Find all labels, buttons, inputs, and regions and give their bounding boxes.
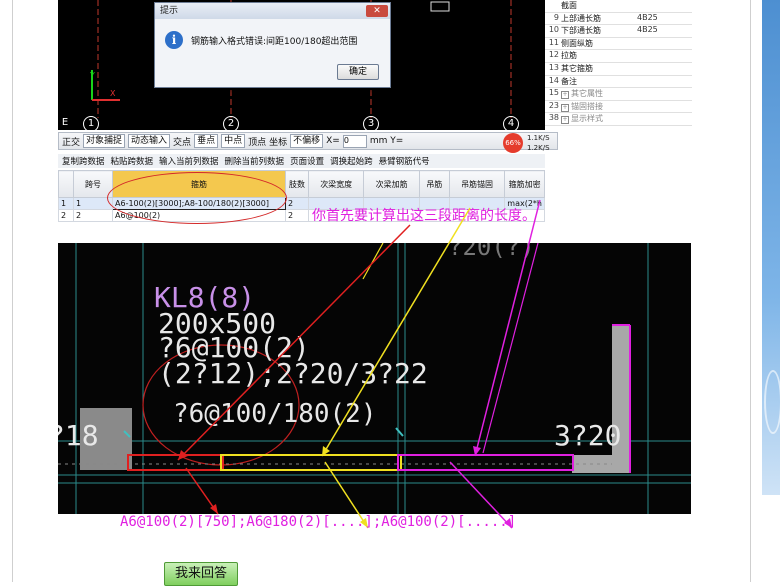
property-row[interactable]: 15 + 其它属性 — [545, 88, 692, 101]
content-frame-left — [12, 0, 13, 582]
error-dialog: 提示 ✕ i 钢筋输入格式错误:间距100/180超出范围 确定 — [154, 2, 391, 88]
dynamic-input-toggle[interactable]: 动态输入 — [128, 134, 171, 148]
info-icon: i — [165, 31, 183, 49]
delete-column-data-button[interactable]: 删除当前列数据 — [225, 155, 285, 167]
table-header — [58, 170, 74, 198]
grid-number-3: 3 — [363, 116, 379, 130]
upload-speed: 1.1K/S — [527, 134, 550, 142]
speed-percent: 66% — [503, 133, 523, 153]
property-panel: 截面 9 上部通长筋 4B25 10 下部通长筋 4B25 11 侧面纵筋 12 拉筋 13… — [545, 0, 692, 126]
property-row[interactable]: 12 拉筋 — [545, 50, 692, 63]
table-header: 跨号 — [73, 170, 113, 198]
paste-span-data-button[interactable]: 粘贴跨数据 — [111, 155, 154, 167]
svg-text:X: X — [110, 89, 116, 98]
midpoint-snap[interactable]: 中点 — [221, 134, 246, 148]
copy-span-data-button[interactable]: 复制跨数据 — [62, 155, 105, 167]
expand-icon[interactable]: + — [561, 103, 569, 112]
table-header: 箍筋加密 — [504, 170, 545, 198]
property-row[interactable]: 13 其它箍筋 — [545, 63, 692, 76]
offset-select[interactable]: 不偏移 — [290, 134, 324, 148]
property-row[interactable]: 23 + 锚固搭接 — [545, 101, 692, 114]
perpendicular-snap[interactable]: 垂点 — [194, 134, 219, 148]
download-speed: 1.2K/S — [527, 144, 550, 152]
property-row[interactable]: 14 备注 — [545, 76, 692, 89]
close-icon[interactable]: ✕ — [366, 5, 388, 17]
table-header: 肢数 — [285, 170, 309, 198]
content-frame-right — [750, 0, 751, 582]
ortho-toggle[interactable]: 正交 — [62, 135, 80, 148]
cantilever-code-button[interactable]: 悬臂钢筋代号 — [379, 155, 430, 167]
table-header: 次梁加筋 — [363, 170, 420, 198]
page-setup-button[interactable]: 页面设置 — [290, 155, 324, 167]
table-header: 次梁宽度 — [307, 170, 365, 198]
expand-icon[interactable]: + — [561, 116, 569, 125]
ok-button[interactable]: 确定 — [337, 64, 379, 80]
property-row[interactable]: 10 下部通长筋 4B25 — [545, 25, 692, 38]
property-row[interactable]: 11 侧面纵筋 — [545, 38, 692, 51]
annotation-answer-format: A6@100(2)[750];A6@180(2)[....];A6@100(2)… — [120, 514, 517, 530]
svg-text:Y: Y — [89, 71, 95, 80]
highlight-ellipse — [107, 172, 287, 224]
stirrup-zone-label: ?6@100/180(2) — [173, 399, 377, 429]
answer-button[interactable]: 我来回答 — [164, 562, 238, 586]
table-header: 吊筋锚固 — [448, 170, 506, 198]
swap-start-span-button[interactable]: 调换起始跨 — [330, 155, 373, 167]
property-row[interactable]: 截面 — [545, 0, 692, 13]
grid-axis-edge-label: E — [61, 117, 69, 128]
property-row[interactable]: 9 上部通长筋 4B25 — [545, 13, 692, 26]
snap-toolbar: 正交 对象捕捉 动态输入 交点 垂点 中点 顶点 坐标 不偏移 X= 0 mm … — [58, 132, 558, 150]
beam-bars-label: (2?12);2?20/3?22 — [158, 357, 428, 390]
decorative-side-banner — [762, 0, 780, 495]
dialog-title: 提示 — [155, 3, 390, 19]
table-header: 吊筋 — [418, 170, 450, 198]
grid-number-2: 2 — [223, 116, 239, 130]
dialog-message: 钢筋输入格式错误:间距100/180超出范围 — [191, 37, 358, 47]
grid-number-4: 4 — [503, 116, 519, 130]
annotation-instruction: 你首先要计算出这三段距离的长度。 — [312, 208, 536, 224]
x-input[interactable]: 0 — [342, 134, 367, 148]
network-speed-widget: 66% 1.1K/S 1.2K/S — [503, 132, 559, 154]
coordinate-snap[interactable]: 坐标 — [269, 135, 287, 148]
right-bar-label: 3?20 — [554, 419, 622, 452]
property-row[interactable]: 38 + 显示样式 — [545, 113, 692, 126]
object-snap-toggle[interactable]: 对象捕捉 — [83, 134, 126, 148]
left-bar-label: ?18 — [58, 419, 99, 452]
cad-viewport-bottom[interactable]: KL8(8) 200x500 ?6@100(2) (2?12);2?20/3?2… — [58, 243, 691, 514]
vertex-snap[interactable]: 顶点 — [248, 135, 266, 148]
grid-toolbar: 复制跨数据 粘贴跨数据 输入当前列数据 删除当前列数据 页面设置 调换起始跨 悬… — [58, 154, 545, 168]
cad-viewport-top[interactable]: Y X E 1 2 3 4 提示 ✕ i 钢筋输入格式错误:间距100/180超… — [58, 0, 545, 130]
input-column-data-button[interactable]: 输入当前列数据 — [159, 155, 219, 167]
x-label: X= — [326, 136, 340, 146]
intersection-snap[interactable]: 交点 — [173, 135, 191, 148]
grid-number-1: 1 — [83, 116, 99, 130]
expand-icon[interactable]: + — [561, 91, 569, 100]
top-partial-label: ?20(?) — [448, 243, 535, 261]
y-label: mm Y= — [369, 136, 404, 146]
